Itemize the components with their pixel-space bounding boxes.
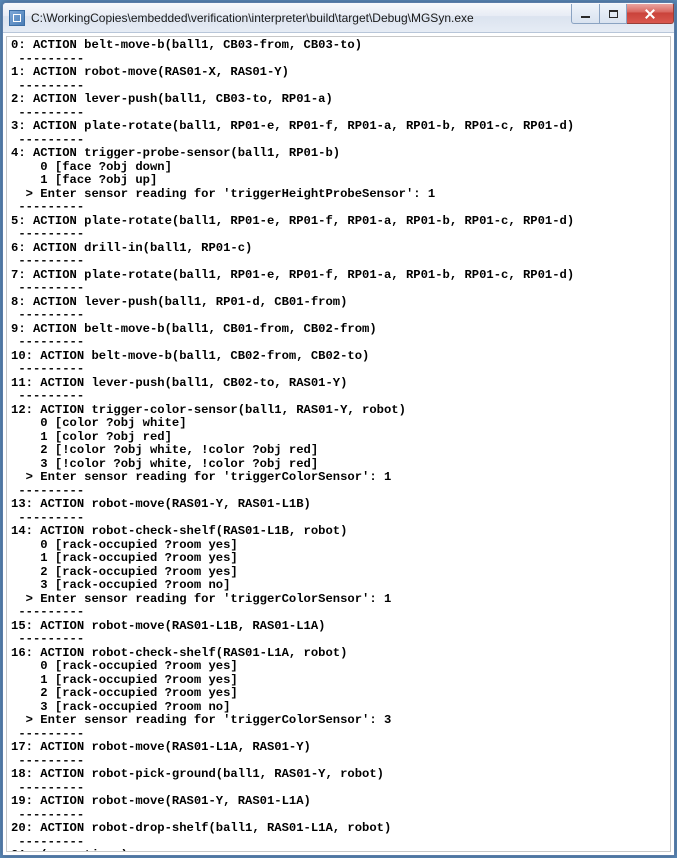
console-line: 12: ACTION trigger-color-sensor(ball1, R… (11, 404, 666, 418)
maximize-button[interactable] (600, 4, 627, 24)
console-line: --------- (11, 282, 666, 296)
console-line: --------- (11, 512, 666, 526)
app-icon (9, 10, 25, 26)
console-line: --------- (11, 53, 666, 67)
console-line: --------- (11, 309, 666, 323)
console-line: 3 [rack-occupied ?room no] (11, 579, 666, 593)
console-line: --------- (11, 390, 666, 404)
console-line: --------- (11, 633, 666, 647)
close-icon (644, 9, 656, 19)
window-title: C:\WorkingCopies\embedded\verification\i… (31, 11, 571, 25)
console-line: > Enter sensor reading for 'triggerColor… (11, 714, 666, 728)
console-line: --------- (11, 728, 666, 742)
console-line: 13: ACTION robot-move(RAS01-Y, RAS01-L1B… (11, 498, 666, 512)
minimize-button[interactable] (571, 4, 600, 24)
console-line: --------- (11, 782, 666, 796)
console-line: 2: ACTION lever-push(ball1, CB03-to, RP0… (11, 93, 666, 107)
console-line: --------- (11, 755, 666, 769)
console-line: 21: (no actions) (11, 849, 666, 851)
console-line: 1 [face ?obj up] (11, 174, 666, 188)
console-line: 8: ACTION lever-push(ball1, RP01-d, CB01… (11, 296, 666, 310)
console-line: 2 [rack-occupied ?room yes] (11, 687, 666, 701)
console-line: --------- (11, 255, 666, 269)
close-button[interactable] (627, 4, 674, 24)
console-line: --------- (11, 228, 666, 242)
console-line: > Enter sensor reading for 'triggerColor… (11, 471, 666, 485)
console-line: 0 [rack-occupied ?room yes] (11, 539, 666, 553)
console-line: 20: ACTION robot-drop-shelf(ball1, RAS01… (11, 822, 666, 836)
console-line: 14: ACTION robot-check-shelf(RAS01-L1B, … (11, 525, 666, 539)
console-line: --------- (11, 809, 666, 823)
console-line: --------- (11, 107, 666, 121)
titlebar[interactable]: C:\WorkingCopies\embedded\verification\i… (3, 3, 674, 33)
console-line: 16: ACTION robot-check-shelf(RAS01-L1A, … (11, 647, 666, 661)
console-line: > Enter sensor reading for 'triggerColor… (11, 593, 666, 607)
console-line: 4: ACTION trigger-probe-sensor(ball1, RP… (11, 147, 666, 161)
console-line: 0 [color ?obj white] (11, 417, 666, 431)
console-line: --------- (11, 606, 666, 620)
console-line: 3 [rack-occupied ?room no] (11, 701, 666, 715)
console-line: 19: ACTION robot-move(RAS01-Y, RAS01-L1A… (11, 795, 666, 809)
console-line: 9: ACTION belt-move-b(ball1, CB01-from, … (11, 323, 666, 337)
console-line: 2 [!color ?obj white, !color ?obj red] (11, 444, 666, 458)
console-line: --------- (11, 485, 666, 499)
console-line: 1: ACTION robot-move(RAS01-X, RAS01-Y) (11, 66, 666, 80)
console-line: 0 [rack-occupied ?room yes] (11, 660, 666, 674)
console-line: 3: ACTION plate-rotate(ball1, RP01-e, RP… (11, 120, 666, 134)
client-area: 0: ACTION belt-move-b(ball1, CB03-from, … (6, 36, 671, 852)
console-line: 1 [rack-occupied ?room yes] (11, 552, 666, 566)
maximize-icon (609, 10, 618, 18)
console-line: 5: ACTION plate-rotate(ball1, RP01-e, RP… (11, 215, 666, 229)
console-line: 7: ACTION plate-rotate(ball1, RP01-e, RP… (11, 269, 666, 283)
console-line: --------- (11, 80, 666, 94)
console-line: --------- (11, 363, 666, 377)
window-controls (571, 4, 674, 24)
console-output[interactable]: 0: ACTION belt-move-b(ball1, CB03-from, … (7, 37, 670, 851)
console-line: 6: ACTION drill-in(ball1, RP01-c) (11, 242, 666, 256)
console-line: 15: ACTION robot-move(RAS01-L1B, RAS01-L… (11, 620, 666, 634)
console-line: 18: ACTION robot-pick-ground(ball1, RAS0… (11, 768, 666, 782)
application-window: C:\WorkingCopies\embedded\verification\i… (2, 2, 675, 856)
console-line: > Enter sensor reading for 'triggerHeigh… (11, 188, 666, 202)
console-line: 0 [face ?obj down] (11, 161, 666, 175)
console-line: 3 [!color ?obj white, !color ?obj red] (11, 458, 666, 472)
console-line: 1 [color ?obj red] (11, 431, 666, 445)
console-line: 2 [rack-occupied ?room yes] (11, 566, 666, 580)
console-line: --------- (11, 836, 666, 850)
console-line: 11: ACTION lever-push(ball1, CB02-to, RA… (11, 377, 666, 391)
console-line: 1 [rack-occupied ?room yes] (11, 674, 666, 688)
console-line: 0: ACTION belt-move-b(ball1, CB03-from, … (11, 39, 666, 53)
console-line: 10: ACTION belt-move-b(ball1, CB02-from,… (11, 350, 666, 364)
console-line: 17: ACTION robot-move(RAS01-L1A, RAS01-Y… (11, 741, 666, 755)
minimize-icon (581, 16, 590, 18)
console-line: --------- (11, 201, 666, 215)
console-line: --------- (11, 336, 666, 350)
console-line: --------- (11, 134, 666, 148)
